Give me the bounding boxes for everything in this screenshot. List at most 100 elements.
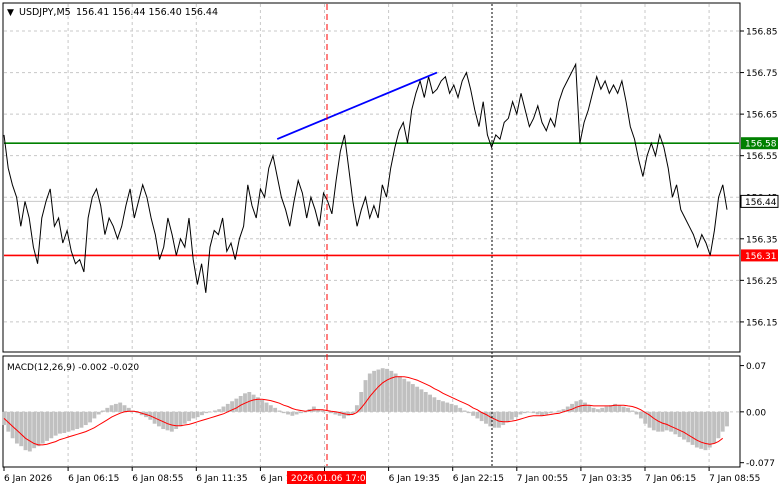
macd-histogram-bar: [604, 406, 609, 412]
macd-histogram-bar: [290, 411, 295, 416]
price-tick-label: 156.75: [746, 69, 778, 79]
macd-histogram-bar: [720, 411, 725, 432]
macd-histogram-bar: [686, 411, 691, 443]
price-tick-label: 156.35: [746, 235, 778, 245]
macd-histogram-bar: [204, 411, 209, 414]
macd-histogram-bar: [583, 402, 587, 412]
macd-histogram-bar: [264, 402, 269, 412]
macd-histogram-bar: [101, 410, 105, 412]
macd-histogram-bar: [324, 411, 329, 413]
macd-tick-label: -0.077: [746, 459, 775, 469]
time-tick-label: 7 Jan 08:55: [709, 474, 760, 484]
collapse-icon[interactable]: ▼: [7, 8, 14, 18]
macd-histogram-bar: [621, 406, 626, 412]
macd-histogram-bar: [725, 411, 729, 427]
time-tick-label: 6 Jan 2026: [4, 474, 52, 484]
macd-histogram-bar: [268, 405, 273, 412]
macd-histogram-bar: [23, 411, 28, 451]
macd-histogram-bar: [419, 389, 424, 412]
macd-histogram-bar: [415, 386, 420, 412]
macd-histogram-bar: [527, 411, 531, 413]
macd-histogram-bar: [27, 411, 32, 452]
macd-histogram-bar: [570, 403, 575, 412]
macd-histogram-bar: [182, 411, 187, 424]
macd-histogram-bar: [445, 402, 450, 412]
macd-histogram-bar: [19, 411, 24, 447]
macd-histogram-bar: [535, 411, 540, 415]
macd-histogram-bar: [36, 411, 41, 447]
macd-histogram-bar: [14, 411, 19, 444]
macd-histogram-bar: [75, 411, 80, 430]
macd-histogram-bar: [342, 411, 346, 419]
macd-histogram-bar: [217, 409, 222, 412]
macd-histogram-bar: [161, 411, 166, 430]
macd-histogram-bar: [638, 411, 643, 419]
current-price-label: 156.44: [745, 198, 777, 208]
macd-histogram-bar: [118, 402, 123, 412]
macd-histogram-bar: [677, 411, 682, 437]
macd-histogram-bar: [363, 380, 368, 412]
macd-histogram-bar: [449, 403, 454, 412]
trading-chart[interactable]: 156.85156.75156.65156.55156.45156.35156.…: [0, 0, 781, 489]
price-level-label: 156.58: [745, 140, 777, 150]
macd-histogram-bar: [669, 411, 673, 432]
macd-histogram-bar: [260, 399, 265, 412]
macd-histogram-bar: [49, 411, 54, 439]
macd-histogram-bar: [169, 411, 174, 432]
macd-histogram-bar: [380, 368, 385, 412]
macd-histogram-bar: [595, 409, 600, 412]
price-level-label: 156.31: [745, 252, 777, 262]
macd-histogram-bar: [187, 411, 191, 422]
time-tick-label: 6 Jan 22:15: [453, 474, 504, 484]
macd-histogram-bar: [109, 405, 114, 412]
macd-tick-label: 0.00: [746, 408, 766, 418]
price-panel[interactable]: [2, 2, 741, 353]
macd-histogram-bar: [548, 411, 553, 414]
macd-histogram-bar: [389, 370, 394, 412]
macd-histogram-bar: [716, 411, 721, 439]
macd-histogram-bar: [70, 411, 75, 431]
macd-histogram-bar: [58, 411, 62, 434]
macd-histogram-bar: [432, 397, 437, 412]
macd-histogram-bar: [673, 411, 678, 435]
macd-histogram-bar: [92, 411, 97, 419]
macd-histogram-bar: [234, 398, 239, 412]
macd-histogram-bar: [105, 407, 110, 412]
ohlc-readout: 156.41 156.44 156.40 156.44: [76, 7, 218, 18]
macd-histogram-bar: [707, 411, 712, 448]
macd-histogram-bar: [505, 411, 510, 423]
macd-histogram-bar: [376, 369, 381, 412]
macd-histogram-bar: [200, 411, 204, 416]
price-tick-label: 156.25: [746, 277, 778, 287]
macd-histogram-bar: [557, 410, 562, 412]
time-tick-label: 7 Jan 00:55: [517, 474, 568, 484]
macd-histogram-bar: [393, 373, 398, 412]
macd-histogram-bar: [402, 378, 407, 412]
time-tick-label: 6 Jan 11:35: [196, 474, 247, 484]
macd-histogram-bar: [682, 411, 686, 440]
crosshair-time-label: 2026.01.06 17:05: [291, 474, 371, 484]
macd-histogram-bar: [178, 411, 183, 427]
macd-histogram-bar: [62, 411, 67, 433]
macd-histogram-bar: [634, 411, 639, 415]
macd-histogram-bar: [122, 405, 127, 412]
macd-histogram-bar: [475, 411, 480, 419]
macd-tick-label: 0.07: [746, 362, 766, 372]
macd-histogram-bar: [165, 411, 170, 431]
price-tick-label: 156.85: [746, 28, 778, 38]
macd-histogram-bar: [690, 411, 695, 445]
macd-histogram-bar: [651, 411, 656, 431]
macd-histogram-bar: [617, 405, 622, 412]
time-tick-label: 7 Jan 06:15: [645, 474, 696, 484]
time-tick-label: 7 Jan 03:35: [581, 474, 632, 484]
macd-histogram-bar: [286, 411, 290, 415]
macd-histogram-bar: [587, 405, 592, 412]
macd-histogram-bar: [699, 411, 704, 449]
macd-histogram-bar: [88, 411, 93, 423]
macd-histogram-bar: [664, 411, 669, 431]
macd-histogram-bar: [40, 411, 45, 444]
macd-histogram-bar: [208, 411, 213, 413]
macd-histogram-bar: [496, 411, 501, 428]
macd-histogram-bar: [367, 373, 372, 412]
price-tick-label: 156.55: [746, 152, 778, 162]
